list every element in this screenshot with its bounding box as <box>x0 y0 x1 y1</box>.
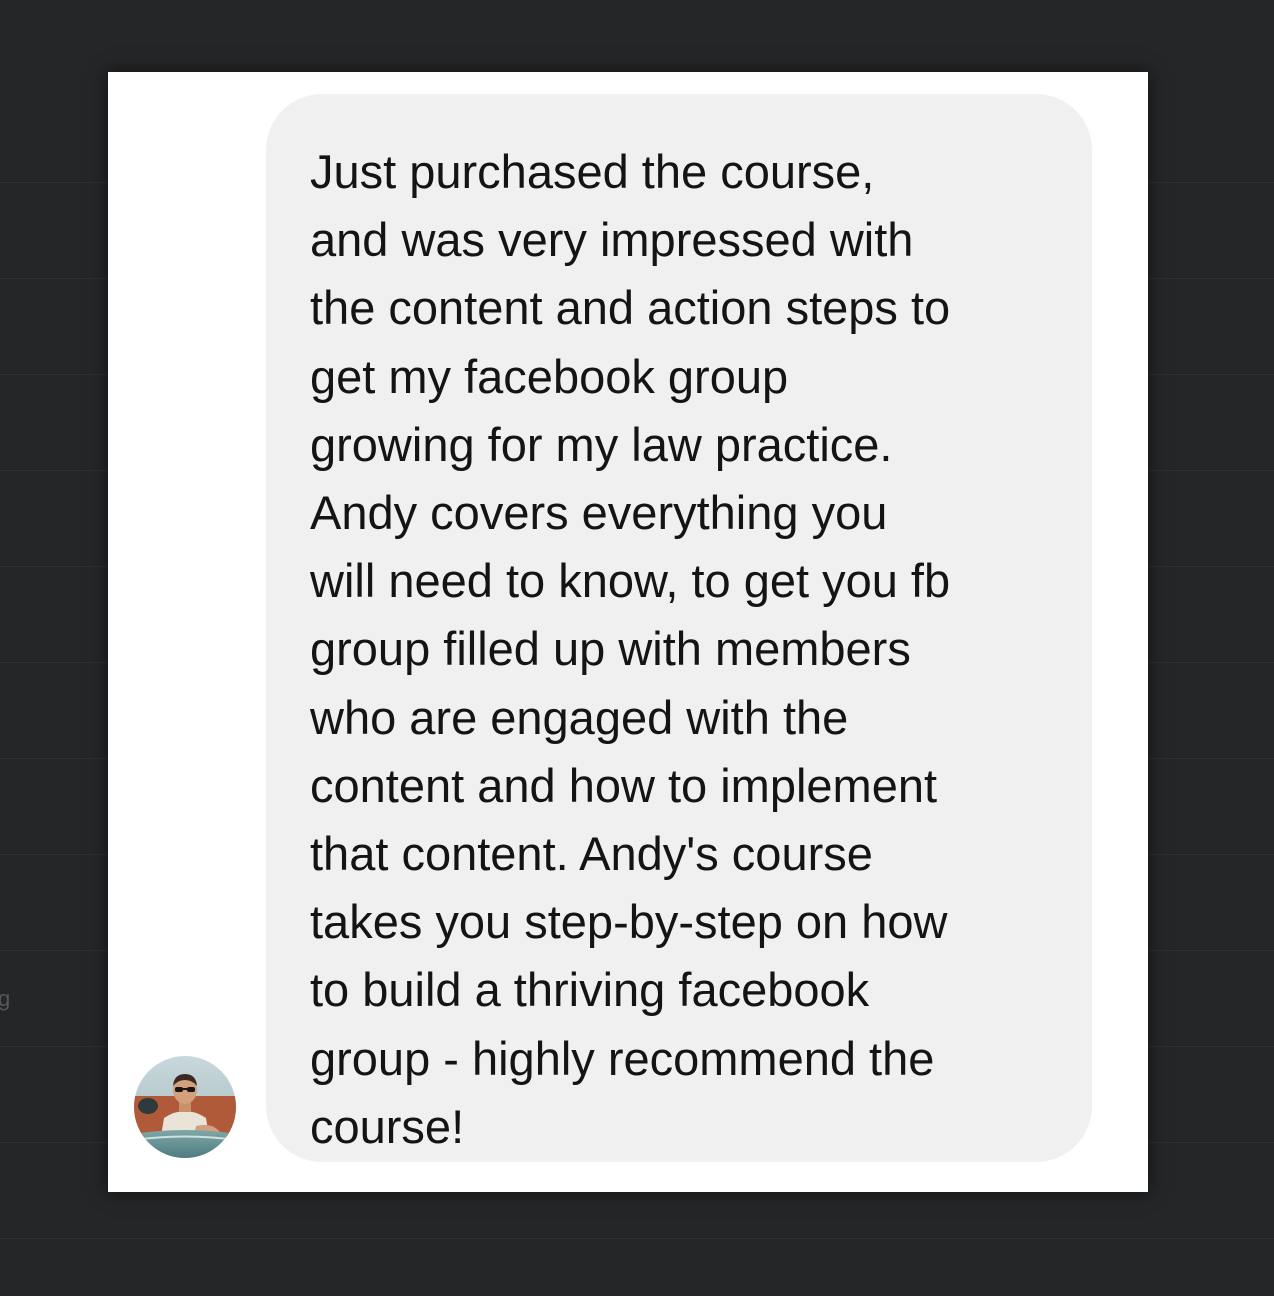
sender-avatar[interactable] <box>134 1056 236 1158</box>
profile-photo-icon <box>134 1056 236 1158</box>
message-text: Just purchased the course, and was very … <box>310 145 951 1153</box>
row-divider <box>0 1238 1274 1239</box>
background-text-fragment: g <box>0 986 11 1011</box>
message-screenshot-card: Just purchased the course, and was very … <box>108 72 1148 1192</box>
message-bubble: Just purchased the course, and was very … <box>266 94 1092 1162</box>
